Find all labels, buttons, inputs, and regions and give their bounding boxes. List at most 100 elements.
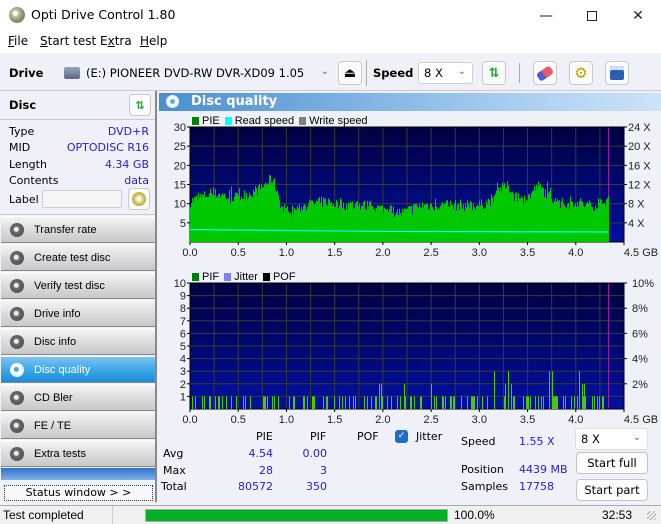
nav-label: FE / TE xyxy=(34,419,72,432)
nav-verify-test-disc[interactable]: Verify test disc xyxy=(1,272,155,299)
y-tick-label: 10 xyxy=(174,199,186,211)
disc-label-input[interactable] xyxy=(42,190,122,208)
menu-label: ile xyxy=(14,34,29,48)
disc-length-value: 4.34 GB xyxy=(104,158,149,171)
nav-label: Extra tests xyxy=(34,447,86,460)
x-tick-label: 2.0 xyxy=(375,247,390,259)
stats-header-pie: PIE xyxy=(256,430,273,443)
speed-value: 1.55 X xyxy=(519,435,555,448)
disc-section-title: Disc xyxy=(9,98,37,112)
resize-grip[interactable] xyxy=(647,511,656,520)
disc-icon xyxy=(10,278,24,293)
nav-extra-tests[interactable]: Extra tests xyxy=(1,440,155,467)
nav-create-test-disc[interactable]: Create test disc xyxy=(1,244,155,271)
sidebar: Disc ⇅ Type DVD+R MID OPTODISC R16 Lengt… xyxy=(0,91,157,502)
speed-value: 8 X xyxy=(424,66,443,80)
pie-chart: 0.0 0.5 1.0 1.5 2.0 2.5 3.0 3.5 4.0 4.5 GB 5 10 15 20… xyxy=(174,122,658,259)
minimize-icon: — xyxy=(539,7,553,24)
menu-start-test[interactable]: Start test xyxy=(40,34,96,48)
start-full-button[interactable]: Start full xyxy=(576,452,648,474)
y-tick-label: 3 xyxy=(180,366,186,378)
x-tick-label: 3.0 xyxy=(472,414,487,424)
toolbar-divider xyxy=(366,60,367,86)
stats-avg-pie: 4.54 xyxy=(248,447,274,460)
refresh-icon: ⇅ xyxy=(488,65,500,81)
samples-label: Samples xyxy=(461,480,508,493)
y-tick-label: 25 xyxy=(174,141,186,153)
progress-bar xyxy=(145,509,448,522)
eject-button[interactable]: ⏏ xyxy=(338,61,362,85)
disc-refresh-button[interactable]: ⇅ xyxy=(129,94,151,116)
divider xyxy=(112,506,113,524)
nav-disc-quality[interactable]: Disc quality xyxy=(1,356,155,383)
y2-tick-label: 8% xyxy=(632,303,648,315)
nav-footer-bar xyxy=(1,468,155,480)
refresh-button[interactable]: ⇅ xyxy=(482,61,506,85)
nav-transfer-rate[interactable]: Transfer rate xyxy=(1,216,155,243)
y-tick-label: 20 xyxy=(174,160,186,172)
minimize-button[interactable]: — xyxy=(523,0,569,31)
menu-file[interactable]: File xyxy=(8,34,28,48)
check-icon: ✓ xyxy=(397,431,406,441)
menu-extra[interactable]: Extra xyxy=(100,34,132,48)
drive-value: (E:) PIONEER DVD-RW DVR-XD09 1.05 xyxy=(86,66,305,80)
title-bar: Opti Drive Control 1.80 — ✕ xyxy=(0,0,661,31)
test-speed-select[interactable]: 8 X ⌄ xyxy=(575,428,648,450)
y-tick-label: 9 xyxy=(180,291,186,303)
erase-button[interactable] xyxy=(533,61,557,85)
status-window-button[interactable]: Status window > > xyxy=(4,485,153,501)
stats-max-pif: 3 xyxy=(320,464,327,477)
drive-select[interactable]: (E:) PIONEER DVD-RW DVR-XD09 1.05 ⌄ xyxy=(58,62,336,84)
x-tick-label: 2.5 xyxy=(423,414,438,424)
y-tick-label: 1 xyxy=(180,391,186,403)
x-tick-label: 0.5 xyxy=(231,414,246,424)
y-tick-label: 5 xyxy=(180,218,186,230)
stats-avg-label: Avg xyxy=(163,447,184,460)
disc-icon xyxy=(132,192,146,206)
y-tick-label: 10 xyxy=(174,278,186,290)
stats-avg-pif: 0.00 xyxy=(302,447,328,460)
y2-tick-label: 2% xyxy=(632,379,648,391)
y-tick-label: 5 xyxy=(180,341,186,353)
status-bar: Test completed 100.0% 32:53 xyxy=(0,505,661,524)
menu-help[interactable]: Help xyxy=(140,34,167,48)
y2-tick-label: 12 X xyxy=(628,180,651,192)
save-button[interactable] xyxy=(605,61,629,85)
disc-icon xyxy=(10,222,24,237)
divider xyxy=(0,214,155,215)
jitter-label: Jitter xyxy=(416,430,443,443)
window-title: Opti Drive Control 1.80 xyxy=(31,7,176,22)
close-icon: ✕ xyxy=(632,7,644,24)
settings-button[interactable]: ⚙ xyxy=(569,61,593,85)
stats-total-pif: 350 xyxy=(306,480,327,493)
y2-tick-label: 4 X xyxy=(628,218,645,230)
speed-select[interactable]: 8 X ⌄ xyxy=(418,62,473,84)
nav-cd-bler[interactable]: CD Bler xyxy=(1,384,155,411)
disc-contents-label: Contents xyxy=(9,174,59,187)
nav-fe-te[interactable]: FE / TE xyxy=(1,412,155,439)
toolbar-divider xyxy=(519,63,520,83)
stats-total-pie: 80572 xyxy=(238,480,273,493)
start-part-button[interactable]: Start part xyxy=(576,479,648,501)
disc-icon xyxy=(10,362,24,377)
disc-type-value: DVD+R xyxy=(107,125,149,138)
x-tick-label: 1.5 xyxy=(327,247,342,259)
maximize-button[interactable] xyxy=(569,0,615,31)
divider xyxy=(0,119,155,120)
elapsed-time: 32:53 xyxy=(602,508,633,522)
nav-label: Create test disc xyxy=(34,251,111,264)
close-button[interactable]: ✕ xyxy=(615,0,661,31)
y2-tick-label: 10% xyxy=(632,278,654,290)
nav-disc-info[interactable]: Disc info xyxy=(1,328,155,355)
x-tick-label: 3.5 xyxy=(520,247,535,259)
x-tick-label: 2.0 xyxy=(375,414,390,424)
refresh-icon: ⇅ xyxy=(135,98,145,112)
x-tick-label: 3.5 xyxy=(520,414,535,424)
disc-length-label: Length xyxy=(9,158,47,171)
disc-label-button[interactable] xyxy=(128,188,150,210)
y-tick-label: 2 xyxy=(180,379,186,391)
jitter-checkbox[interactable]: ✓ xyxy=(395,430,408,443)
app-icon xyxy=(9,7,25,23)
y-tick-label: 6 xyxy=(180,328,186,340)
nav-drive-info[interactable]: Drive info xyxy=(1,300,155,327)
